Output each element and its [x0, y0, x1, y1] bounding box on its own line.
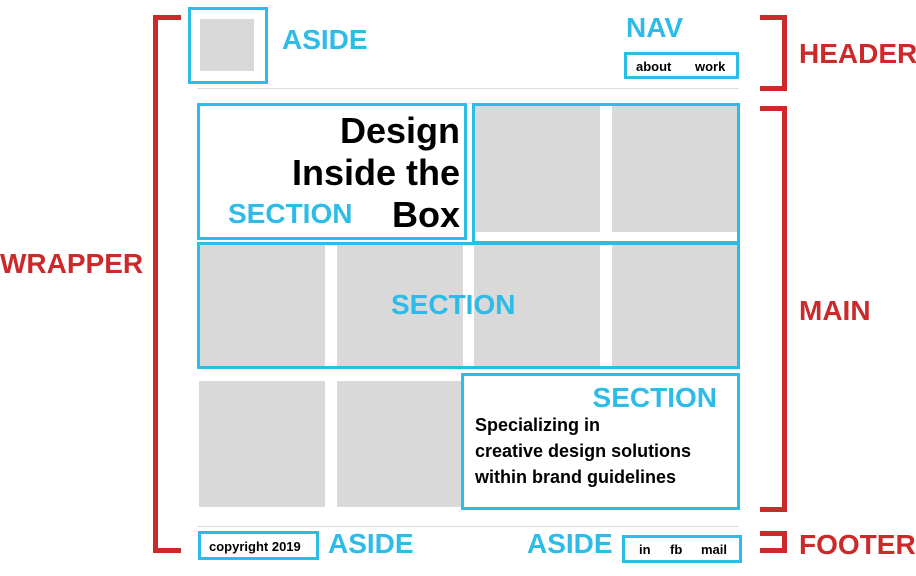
logo-placeholder[interactable]: [200, 19, 254, 71]
copyright-text: copyright 2019: [209, 539, 301, 554]
footer-bracket-bottom: [760, 548, 787, 553]
hero-line-2: Inside the: [291, 152, 460, 193]
section-label-middle: SECTION: [391, 289, 516, 320]
section-tagline-box: SECTION Specializing in creative design …: [461, 373, 740, 510]
main-bracket-line: [782, 106, 787, 512]
wrapper-bracket-top: [153, 15, 181, 20]
section-hero-box: Design Inside the Box SECTION: [197, 103, 467, 240]
header-bracket-top: [760, 15, 787, 20]
tagline-line-1: Specializing in: [475, 415, 601, 435]
social-link-in[interactable]: in: [639, 542, 651, 557]
section-grid-top-box: [472, 103, 740, 244]
hero-line-1: Design: [339, 110, 460, 151]
social-link-fb[interactable]: fb: [670, 542, 682, 557]
aside-label-header: ASIDE: [282, 24, 368, 55]
tagline-line-3: within brand guidelines: [475, 467, 677, 487]
footer-aside-left-box: copyright 2019: [198, 531, 319, 560]
header-bracket-line: [782, 15, 787, 91]
main-bracket-top: [760, 106, 787, 111]
nav-label: NAV: [626, 12, 684, 43]
main-label: MAIN: [799, 295, 871, 326]
wrapper-label: WRAPPER: [0, 248, 144, 279]
footer-aside-right-box: in fb mail: [622, 535, 742, 563]
grid-tile: [337, 381, 463, 507]
header-bracket-bottom: [760, 86, 787, 91]
nav-box: about work: [624, 52, 739, 79]
grid-tile: [199, 381, 325, 507]
wrapper-bracket-line: [153, 15, 158, 553]
header-aside-box: [188, 7, 268, 84]
aside-label-footer-right: ASIDE: [527, 528, 613, 559]
section-label-tagline: SECTION: [592, 382, 717, 413]
social-link-mail[interactable]: mail: [701, 542, 727, 557]
footer-label: FOOTER: [799, 529, 916, 560]
main-bracket-bottom: [760, 507, 787, 512]
hero-line-3: Box: [391, 194, 460, 235]
aside-label-footer-left: ASIDE: [328, 528, 414, 559]
nav-link-about[interactable]: about: [636, 59, 671, 74]
footer-bracket-top: [760, 531, 787, 536]
nav-link-work[interactable]: work: [695, 59, 725, 74]
header-label: HEADER: [799, 38, 916, 69]
tagline-line-2: creative design solutions: [475, 441, 692, 461]
header-divider: [197, 88, 739, 89]
footer-divider: [197, 526, 739, 527]
section-label-hero: SECTION: [228, 198, 353, 229]
wrapper-bracket-bottom: [153, 548, 181, 553]
